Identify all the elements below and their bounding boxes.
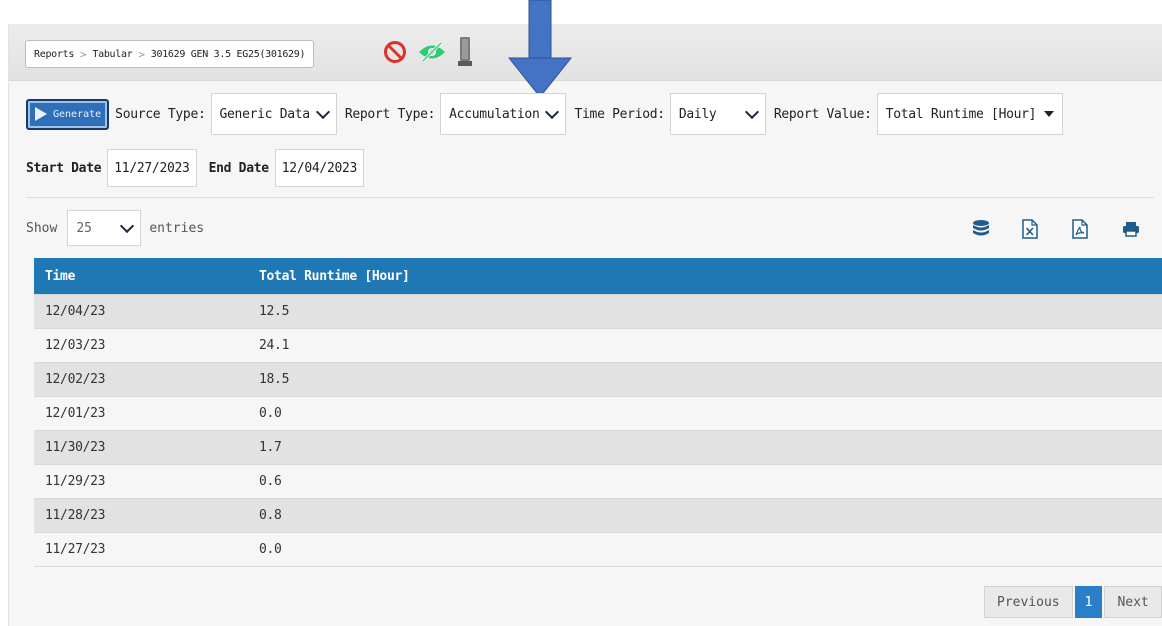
cell-runtime: 1.7 (248, 430, 1162, 465)
pdf-icon (1072, 219, 1088, 239)
cell-runtime: 0.8 (248, 498, 1162, 533)
breadcrumb-separator: > (80, 47, 87, 61)
chevron-down-icon (545, 104, 560, 120)
source-type-select[interactable]: Generic Data (210, 93, 337, 135)
device-icon (458, 37, 472, 66)
next-page-button[interactable]: Next (1104, 586, 1162, 618)
entries-label: entries (149, 220, 205, 236)
cell-runtime: 24.1 (248, 328, 1162, 363)
entries-select[interactable]: 25 (67, 210, 142, 246)
end-date-input[interactable]: 12/04/2023 (274, 149, 365, 187)
table-row: 12/01/23 0.0 (34, 396, 1162, 431)
time-period-value: Daily (678, 106, 717, 122)
pagination: Previous 1 Next (984, 586, 1162, 618)
chevron-down-icon (315, 104, 330, 120)
column-header-time[interactable]: Time (34, 258, 248, 295)
report-type-value: Accumulation (449, 106, 540, 122)
cell-time: 11/27/23 (34, 532, 248, 567)
cell-time: 11/28/23 (34, 498, 248, 533)
table-row: 12/03/23 24.1 (34, 328, 1162, 363)
breadcrumb-asset: 301629 GEN 3.5 EG25(301629) (150, 48, 306, 60)
time-period-select[interactable]: Daily (669, 93, 766, 135)
entries-value: 25 (76, 220, 92, 236)
column-header-total-runtime[interactable]: Total Runtime [Hour] (248, 258, 1162, 295)
generate-button[interactable]: Generate (26, 98, 110, 130)
cell-time: 12/03/23 (34, 328, 248, 363)
cell-runtime: 0.0 (248, 396, 1162, 431)
annotation-arrow-icon (507, 0, 573, 98)
show-label: Show (26, 220, 58, 236)
table-row: 12/02/23 18.5 (34, 362, 1162, 397)
database-icon (973, 220, 989, 236)
caret-down-icon (1044, 111, 1055, 117)
cell-runtime: 18.5 (248, 362, 1162, 397)
table-header-row: Time Total Runtime [Hour] (34, 258, 1162, 295)
print-icon (1123, 222, 1139, 237)
report-value-value: Total Runtime [Hour] (885, 106, 1037, 122)
block-icon (384, 41, 406, 63)
end-date-label: End Date (208, 160, 270, 176)
cell-time: 12/04/23 (34, 294, 248, 329)
table-row: 12/04/23 12.5 (34, 294, 1162, 329)
table-row: 11/30/23 1.7 (34, 430, 1162, 465)
report-type-select[interactable]: Accumulation (440, 93, 567, 135)
breadcrumb: Reports > Tabular > 301629 GEN 3.5 EG25(… (25, 40, 315, 68)
report-toolbar: Generate Source Type: Generic Data Repor… (26, 92, 1146, 136)
report-value-select[interactable]: Total Runtime [Hour] (876, 93, 1064, 135)
date-range: Start Date 11/27/2023 End Date 12/04/202… (26, 148, 365, 188)
status-icons (383, 32, 473, 72)
table-row: 11/29/23 0.6 (34, 464, 1162, 499)
export-excel-button[interactable] (1022, 214, 1072, 244)
page-length-control: Show 25 entries (26, 209, 204, 247)
cell-time: 12/01/23 (34, 396, 248, 431)
excel-icon (1022, 219, 1038, 239)
chevron-down-icon (120, 218, 135, 234)
header-bar: Reports > Tabular > 301629 GEN 3.5 EG25(… (9, 24, 1162, 81)
export-toolbar (972, 214, 1152, 244)
print-button[interactable] (1122, 214, 1152, 244)
previous-page-button[interactable]: Previous (984, 586, 1073, 618)
report-type-label: Report Type: (344, 106, 436, 122)
cell-runtime: 0.6 (248, 464, 1162, 499)
cell-time: 11/30/23 (34, 430, 248, 465)
breadcrumb-reports[interactable]: Reports (34, 49, 74, 60)
export-pdf-button[interactable] (1072, 214, 1122, 244)
hidden-eye-icon (419, 41, 445, 63)
report-table: Time Total Runtime [Hour] 12/04/23 12.5 … (34, 258, 1162, 567)
report-value-label: Report Value: (773, 106, 872, 122)
cell-runtime: 0.0 (248, 532, 1162, 567)
page-1-button[interactable]: 1 (1074, 586, 1103, 618)
table-row: 11/27/23 0.0 (34, 532, 1162, 567)
start-date-input[interactable]: 11/27/2023 (107, 149, 197, 187)
source-type-label: Source Type: (115, 106, 206, 122)
chevron-down-icon (744, 104, 759, 120)
start-date-label: Start Date (26, 160, 102, 176)
top-tab[interactable] (141, 0, 291, 25)
source-type-value: Generic Data (219, 106, 311, 122)
cell-runtime: 12.5 (248, 294, 1162, 329)
divider (26, 197, 1154, 198)
cell-time: 11/29/23 (34, 464, 248, 499)
breadcrumb-separator: > (138, 47, 145, 61)
export-database-button[interactable] (972, 214, 1022, 244)
cell-time: 12/02/23 (34, 362, 248, 397)
table-row: 11/28/23 0.8 (34, 498, 1162, 533)
time-period-label: Time Period: (574, 106, 665, 122)
generate-label: Generate (53, 108, 102, 120)
play-icon (35, 107, 47, 121)
breadcrumb-tabular[interactable]: Tabular (92, 49, 132, 60)
